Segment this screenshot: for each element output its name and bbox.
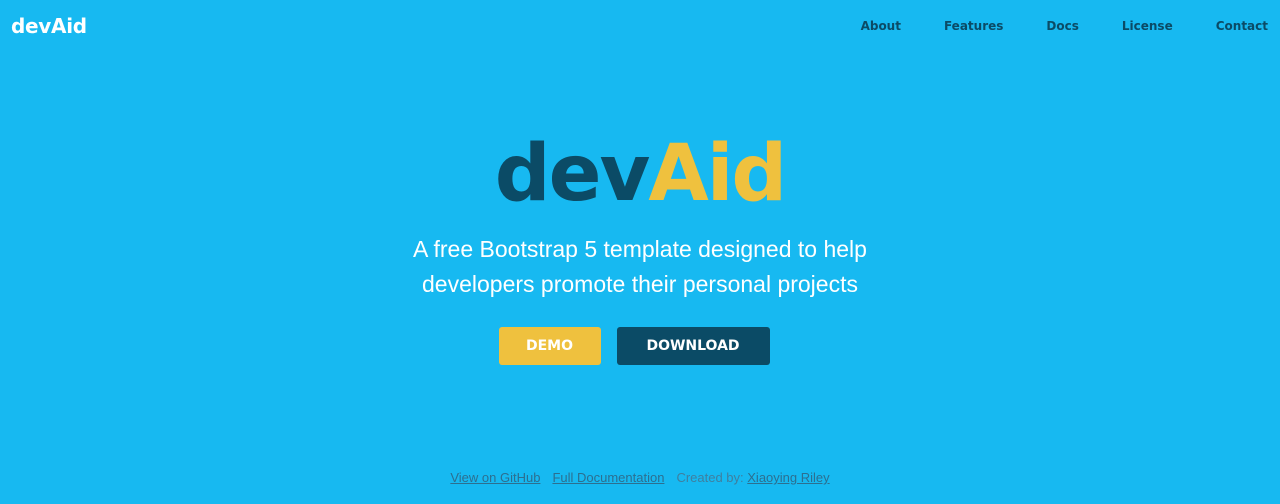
hero-title-aid: Aid: [648, 129, 787, 219]
site-header: devAid About Features Docs License Conta…: [0, 0, 1280, 52]
nav-item-docs[interactable]: Docs: [1046, 18, 1078, 34]
brand-logo[interactable]: devAid: [11, 12, 87, 40]
nav-item-about[interactable]: About: [861, 18, 901, 34]
github-link[interactable]: View on GitHub: [450, 470, 540, 485]
hero-actions: DEMO DOWNLOAD: [0, 327, 1280, 365]
hero-subtitle: A free Bootstrap 5 template designed to …: [413, 236, 867, 297]
site-footer: View on GitHub Full Documentation Created …: [0, 469, 1280, 487]
nav-item-license[interactable]: License: [1122, 18, 1173, 34]
author-link[interactable]: Xiaoying Riley: [747, 470, 829, 485]
hero-title-dev: dev: [494, 129, 651, 219]
documentation-link[interactable]: Full Documentation: [552, 470, 664, 485]
main-nav: About Features Docs License Contact: [818, 18, 1268, 34]
download-button[interactable]: DOWNLOAD: [616, 327, 770, 365]
hero-title: devAid: [0, 128, 1280, 220]
hero-section: devAid A free Bootstrap 5 template desig…: [0, 128, 1280, 302]
nav-item-features[interactable]: Features: [944, 18, 1003, 34]
demo-button[interactable]: DEMO: [498, 327, 601, 365]
nav-item-contact[interactable]: Contact: [1216, 18, 1268, 34]
created-by-label: Created by:: [676, 470, 744, 485]
